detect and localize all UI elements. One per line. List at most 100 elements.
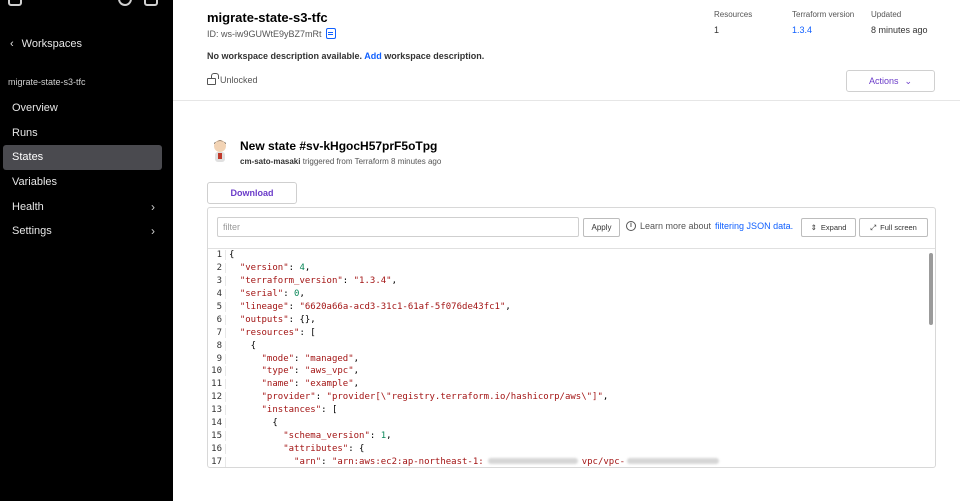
code-line: 4 "serial": 0, (208, 288, 935, 301)
code-line: 3 "terraform_version": "1.3.4", (208, 275, 935, 288)
sidebar-item-settings[interactable]: Settings › (0, 219, 173, 244)
line-number: 5 (208, 302, 226, 312)
sidebar-item-health[interactable]: Health › (0, 194, 173, 219)
sidebar-item-runs[interactable]: Runs (0, 121, 173, 146)
line-number: 4 (208, 289, 226, 300)
meta-terraform-version: Terraform version 1.3.4 (792, 10, 854, 35)
json-code[interactable]: 1{2 "version": 4, 3 "terraform_version": … (208, 248, 935, 467)
expand-label: Expand (820, 223, 847, 232)
download-button[interactable]: Download (207, 182, 297, 204)
lock-status-label: Unlocked (220, 75, 258, 85)
desc-suffix: workspace description. (384, 51, 485, 61)
code-text: "instances": [ (261, 405, 338, 416)
state-subtitle: cm-sato-masaki triggered from Terraform … (240, 157, 441, 166)
line-number: 14 (208, 418, 226, 429)
workspace-description: No workspace description available. Add … (207, 51, 484, 61)
code-line: 5 "lineage": "6620a66a-acd3-31c1-61af-5f… (208, 301, 935, 314)
line-number: 7 (208, 327, 226, 338)
sidebar-item-label: Variables (12, 176, 58, 189)
back-label: Workspaces (21, 38, 82, 50)
code-line: 6 "outputs": {}, (208, 313, 935, 326)
line-number: 6 (208, 314, 226, 325)
code-text: "mode": "managed", (261, 353, 360, 364)
info-icon: i (626, 221, 636, 231)
code-text: "serial": 0, (239, 289, 305, 300)
sidebar-item-label: States (12, 151, 44, 164)
code-line: 8 { (208, 339, 935, 352)
sidebar-item-variables[interactable]: Variables (0, 170, 173, 195)
line-number: 9 (208, 353, 226, 364)
line-number: 13 (208, 405, 226, 416)
line-number: 11 (208, 379, 226, 390)
redacted-text (487, 458, 578, 465)
code-line: 1{ (208, 249, 935, 262)
user-menu-icon[interactable] (144, 0, 158, 6)
meta-value: 8 minutes ago (871, 25, 928, 35)
sidebar-item-states[interactable]: States (3, 145, 162, 170)
sidebar: ‹ Workspaces migrate-state-s3-tfc Overvi… (0, 0, 173, 501)
main-content: migrate-state-s3-tfc ID: ws-iw9GUWtE9yBZ… (173, 0, 960, 501)
line-number: 10 (208, 366, 226, 377)
arn-tail: vpc/vpc- (581, 456, 626, 467)
meta-label: Terraform version (792, 10, 855, 19)
code-text: "attributes": { (283, 443, 365, 454)
code-text: "schema_version": 1, (283, 430, 392, 441)
redacted-text (627, 458, 720, 465)
code-line: 14 { (208, 417, 935, 430)
expand-icon: ⇕ (810, 223, 817, 232)
copy-icon[interactable] (325, 28, 336, 39)
line-number: 15 (208, 430, 226, 441)
expand-button[interactable]: ⇕ Expand (801, 218, 856, 237)
line-number: 2 (208, 263, 226, 274)
meta-value: 1 (714, 25, 720, 35)
filter-input[interactable]: filter (217, 217, 579, 237)
code-line: 15 "schema_version": 1, (208, 429, 935, 442)
meta-resources: Resources 1 (714, 10, 752, 35)
state-title: New state #sv-kHgocH57prF5oTpg (240, 139, 438, 153)
avatar (214, 140, 226, 162)
workspace-id: ID: ws-iw9GUWtE9yBZ7mRt (207, 28, 336, 39)
code-text: "terraform_version": "1.3.4", (239, 276, 397, 287)
fullscreen-button[interactable]: ⤢ Full screen (859, 218, 928, 237)
unlock-icon (207, 73, 219, 85)
code-text: "name": "example", (261, 379, 360, 390)
add-description-link[interactable]: Add (364, 51, 382, 61)
code-line: 10 "type": "aws_vpc", (208, 365, 935, 378)
code-text: "outputs": {}, (239, 314, 316, 325)
apply-button[interactable]: Apply (583, 218, 620, 237)
help-icon[interactable] (118, 0, 132, 6)
line-number: 17 (208, 456, 226, 467)
chevron-left-icon: ‹ (10, 38, 14, 50)
meta-label: Resources (714, 10, 753, 19)
line-number: 8 (208, 340, 226, 351)
code-line: 16 "attributes": { (208, 442, 935, 455)
line-number: 12 (208, 392, 226, 403)
meta-updated: Updated 8 minutes ago (871, 10, 928, 35)
back-to-workspaces-link[interactable]: ‹ Workspaces (10, 38, 82, 50)
code-line: 13 "instances": [ (208, 404, 935, 417)
code-text: { (229, 250, 235, 261)
sidebar-nav: Overview Runs States Variables Health › Settin… (0, 96, 173, 244)
actions-label: Actions (868, 76, 899, 86)
scrollbar[interactable] (929, 253, 933, 325)
code-text: "type": "aws_vpc", (261, 366, 360, 377)
code-text: "resources": [ (239, 327, 316, 338)
code-text: "version": 4, (239, 263, 311, 274)
sidebar-item-overview[interactable]: Overview (0, 96, 173, 121)
state-triggered: triggered from Terraform 8 minutes ago (302, 157, 442, 166)
terraform-version-link[interactable]: 1.3.4 (792, 25, 854, 35)
state-user: cm-sato-masaki (240, 157, 301, 166)
json-viewer: filter Apply i Learn more about filterin… (207, 207, 936, 468)
top-icons (0, 0, 173, 14)
filtering-json-link[interactable]: filtering JSON data. (715, 221, 793, 231)
actions-button[interactable]: Actions ⌄ (846, 70, 935, 92)
code-text: "provider": "provider[\"registry.terrafo… (261, 392, 609, 403)
line-number: 16 (208, 443, 226, 454)
code-text: "lineage": "6620a66a-acd3-31c1-61af-5f07… (239, 302, 511, 312)
code-line: 11 "name": "example", (208, 378, 935, 391)
sidebar-item-label: Settings (12, 225, 52, 238)
logo-icon[interactable] (8, 0, 22, 6)
line-number: 1 (208, 250, 226, 261)
workspace-id-text: ID: ws-iw9GUWtE9yBZ7mRt (207, 28, 322, 39)
learn-more: i Learn more about filtering JSON data. (626, 221, 793, 231)
